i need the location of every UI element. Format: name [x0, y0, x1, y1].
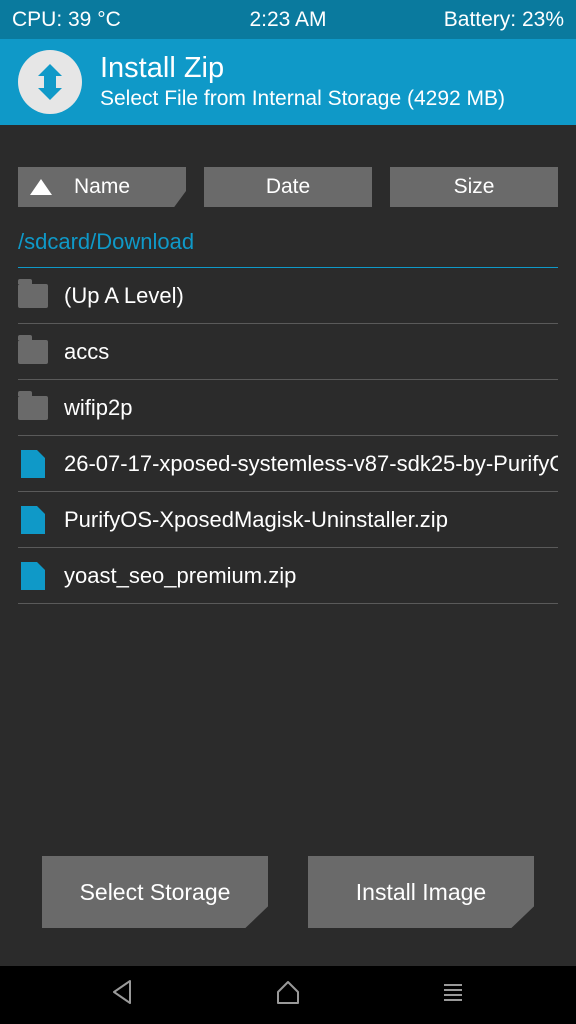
cpu-temp: CPU: 39 °C — [12, 8, 196, 32]
status-bar: CPU: 39 °C 2:23 AM Battery: 23% — [0, 0, 576, 39]
sort-size-button[interactable]: Size — [390, 167, 558, 207]
action-row: Select Storage Install Image — [18, 856, 558, 966]
file-name: yoast_seo_premium.zip — [64, 563, 296, 589]
system-nav-bar — [0, 966, 576, 1024]
sort-name-button[interactable]: Name — [18, 167, 186, 207]
folder-icon — [18, 283, 48, 309]
sort-date-button[interactable]: Date — [204, 167, 372, 207]
sort-asc-icon — [30, 179, 52, 195]
list-item[interactable]: PurifyOS-XposedMagisk-Uninstaller.zip — [18, 492, 558, 548]
file-name: (Up A Level) — [64, 283, 184, 309]
list-item[interactable]: (Up A Level) — [18, 268, 558, 324]
list-item[interactable]: yoast_seo_premium.zip — [18, 548, 558, 604]
install-image-label: Install Image — [356, 879, 486, 906]
back-button[interactable] — [83, 966, 163, 1018]
file-name: accs — [64, 339, 109, 365]
page-title: Install Zip — [100, 53, 505, 85]
clock: 2:23 AM — [196, 8, 380, 32]
home-button[interactable] — [248, 966, 328, 1018]
install-image-button[interactable]: Install Image — [308, 856, 534, 928]
sort-name-label: Name — [74, 175, 130, 199]
page-subtitle: Select File from Internal Storage (4292 … — [100, 87, 505, 111]
sort-date-label: Date — [266, 175, 310, 199]
file-name: wifip2p — [64, 395, 132, 421]
list-item[interactable]: accs — [18, 324, 558, 380]
sort-size-label: Size — [454, 175, 495, 199]
list-item[interactable]: wifip2p — [18, 380, 558, 436]
file-list: (Up A Level) accs wifip2p 26-07-17-xpose… — [18, 268, 558, 856]
select-storage-label: Select Storage — [80, 879, 231, 906]
select-storage-button[interactable]: Select Storage — [42, 856, 268, 928]
file-icon — [18, 451, 48, 477]
file-name: PurifyOS-XposedMagisk-Uninstaller.zip — [64, 507, 448, 533]
sort-row: Name Date Size — [18, 167, 558, 207]
title-bar: Install Zip Select File from Internal St… — [0, 39, 576, 125]
file-icon — [18, 563, 48, 589]
folder-icon — [18, 339, 48, 365]
current-path: /sdcard/Download — [18, 229, 558, 268]
menu-button[interactable] — [413, 966, 493, 1018]
file-icon — [18, 507, 48, 533]
twrp-logo — [18, 50, 82, 114]
battery-level: Battery: 23% — [380, 8, 564, 32]
folder-icon — [18, 395, 48, 421]
list-item[interactable]: 26-07-17-xposed-systemless-v87-sdk25-by-… — [18, 436, 558, 492]
file-name: 26-07-17-xposed-systemless-v87-sdk25-by-… — [64, 451, 558, 477]
